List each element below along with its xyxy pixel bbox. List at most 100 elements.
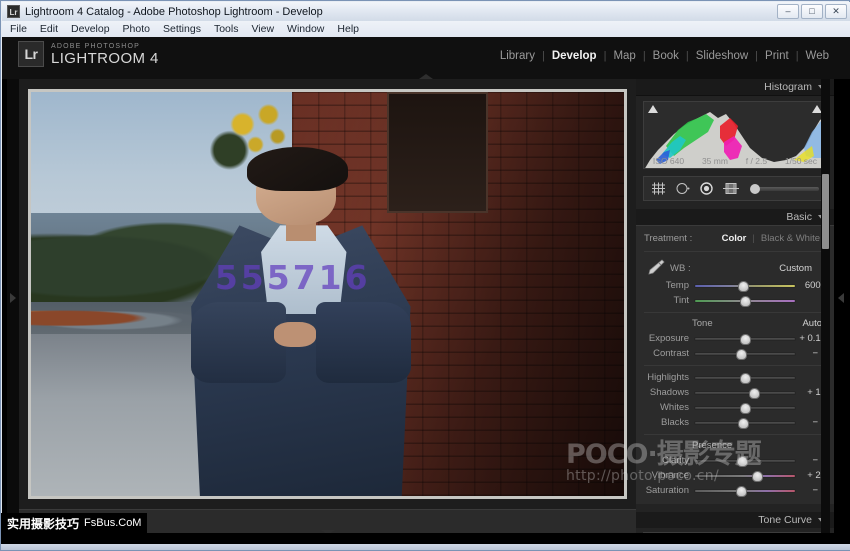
photo-frame: 555716 xyxy=(28,89,627,499)
iso-value: ISO 640 xyxy=(653,156,684,166)
exposure-knob[interactable] xyxy=(740,334,751,345)
tint-knob[interactable] xyxy=(740,296,751,307)
divider xyxy=(644,434,826,435)
photo-subject-arm-right xyxy=(316,302,411,383)
highlights-slider[interactable] xyxy=(694,376,796,380)
focal-length-value: 35 mm xyxy=(702,156,728,166)
shadows-slider[interactable] xyxy=(694,391,796,395)
lightroom-body: 555716 Y Y xyxy=(2,79,850,535)
menu-settings[interactable]: Settings xyxy=(163,23,201,35)
histogram-metadata: ISO 640 35 mm f / 2.5 1/50 sec xyxy=(644,156,826,166)
menu-view[interactable]: View xyxy=(251,23,274,35)
menu-window[interactable]: Window xyxy=(287,23,324,35)
exposure-slider[interactable] xyxy=(694,337,796,341)
adjustment-brush-slider[interactable] xyxy=(752,187,819,191)
shadow-clipping-icon[interactable] xyxy=(648,105,658,113)
divider xyxy=(644,365,826,366)
module-map[interactable]: Map xyxy=(606,50,642,62)
module-develop[interactable]: Develop xyxy=(545,50,604,62)
eyedropper-icon[interactable] xyxy=(644,258,670,279)
window-frame: Lr Lightroom 4 Catalog - Adobe Photoshop… xyxy=(0,0,850,551)
menu-edit[interactable]: Edit xyxy=(40,23,58,35)
blacks-slider[interactable] xyxy=(694,421,796,425)
clarity-knob[interactable] xyxy=(737,456,748,467)
basic-panel-body: Treatment : Color | Black & White xyxy=(636,225,834,504)
basic-panel-header[interactable]: Basic xyxy=(636,209,834,225)
tone-curve-title: Tone Curve xyxy=(758,514,812,526)
auto-tone-button[interactable]: Auto xyxy=(802,318,822,329)
clarity-slider-row: Clarity − 7 xyxy=(636,453,834,468)
preview-image[interactable]: 555716 xyxy=(31,92,624,496)
scrollbar-thumb[interactable] xyxy=(822,174,829,249)
photo-subject-hand xyxy=(274,322,316,346)
content-area: 555716 Y Y xyxy=(19,79,636,535)
contrast-knob[interactable] xyxy=(736,349,747,360)
histogram-header[interactable]: Histogram xyxy=(636,79,834,96)
taskbar-accent xyxy=(1,544,850,550)
close-button[interactable]: ✕ xyxy=(825,4,847,19)
menu-photo[interactable]: Photo xyxy=(123,23,150,35)
blacks-knob[interactable] xyxy=(738,418,749,429)
module-book[interactable]: Book xyxy=(646,50,686,62)
graduated-filter-icon[interactable] xyxy=(723,182,739,195)
shutter-speed-value: 1/50 sec xyxy=(785,156,817,166)
develop-tool-strip xyxy=(643,176,827,201)
minimize-button[interactable]: – xyxy=(777,4,799,19)
right-panel-toggle[interactable] xyxy=(835,79,847,517)
module-web[interactable]: Web xyxy=(799,50,836,62)
menu-file[interactable]: File xyxy=(10,23,27,35)
menu-develop[interactable]: Develop xyxy=(71,23,110,35)
highlights-knob[interactable] xyxy=(740,373,751,384)
window-title: Lightroom 4 Catalog - Adobe Photoshop Li… xyxy=(25,6,323,18)
saturation-knob[interactable] xyxy=(736,486,747,497)
vibrance-slider[interactable] xyxy=(694,474,796,478)
temp-slider-row: Temp 6000 xyxy=(636,278,834,293)
module-slideshow[interactable]: Slideshow xyxy=(689,50,755,62)
red-eye-correction-icon[interactable] xyxy=(700,182,713,195)
temp-slider[interactable] xyxy=(694,284,796,288)
shadows-slider-row: Shadows + 18 xyxy=(636,385,834,400)
histogram-graph[interactable]: ISO 640 35 mm f / 2.5 1/50 sec xyxy=(643,101,827,169)
module-picker: Library | Develop | Map | Book | Slidesh… xyxy=(493,50,836,62)
divider xyxy=(644,312,826,313)
contrast-slider-row: Contrast − 5 xyxy=(636,346,834,361)
shadows-label: Shadows xyxy=(644,387,694,398)
whites-knob[interactable] xyxy=(740,403,751,414)
saturation-slider[interactable] xyxy=(694,489,796,493)
highlights-label: Highlights xyxy=(644,372,694,383)
fsbus-watermark-cn: 实用摄影技巧 xyxy=(7,515,79,532)
spot-removal-icon[interactable] xyxy=(676,182,690,195)
maximize-button[interactable]: □ xyxy=(801,4,823,19)
clarity-slider[interactable] xyxy=(694,459,796,463)
window-controls: – □ ✕ xyxy=(777,4,847,19)
module-library[interactable]: Library xyxy=(493,50,542,62)
tint-label: Tint xyxy=(644,295,694,306)
contrast-label: Contrast xyxy=(644,348,694,359)
vibrance-knob[interactable] xyxy=(752,471,763,482)
module-print[interactable]: Print xyxy=(758,50,796,62)
menu-tools[interactable]: Tools xyxy=(214,23,239,35)
menu-help[interactable]: Help xyxy=(337,23,359,35)
shadows-knob[interactable] xyxy=(749,388,760,399)
wb-value[interactable]: Custom xyxy=(779,263,814,274)
temp-knob[interactable] xyxy=(738,281,749,292)
treatment-option-color[interactable]: Color xyxy=(716,233,753,244)
histogram-title: Histogram xyxy=(764,81,812,93)
screenshot-root: Lr Lightroom 4 Catalog - Adobe Photoshop… xyxy=(0,0,850,551)
lightroom-badge-icon: Lr xyxy=(18,41,44,67)
tint-slider-row: Tint 0 xyxy=(636,293,834,308)
treatment-option-bw[interactable]: Black & White xyxy=(755,233,826,244)
tint-slider[interactable] xyxy=(694,299,796,303)
right-panel-scrollbar[interactable] xyxy=(821,79,830,535)
whites-slider[interactable] xyxy=(694,406,796,410)
identity-plate[interactable]: Lr ADOBE PHOTOSHOP LIGHTROOM 4 xyxy=(18,41,159,67)
fsbus-watermark: 实用摄影技巧 FsBus.CoM xyxy=(1,513,147,533)
tone-curve-header[interactable]: Tone Curve xyxy=(636,512,834,528)
left-panel-toggle[interactable] xyxy=(7,79,19,517)
brush-knob[interactable] xyxy=(750,184,760,194)
contrast-slider[interactable] xyxy=(694,352,796,356)
exposure-label: Exposure xyxy=(644,333,694,344)
photo-subject-hair xyxy=(247,147,348,191)
lightroom-header: Lr ADOBE PHOTOSHOP LIGHTROOM 4 Library |… xyxy=(2,37,850,79)
crop-overlay-icon[interactable] xyxy=(651,182,666,195)
